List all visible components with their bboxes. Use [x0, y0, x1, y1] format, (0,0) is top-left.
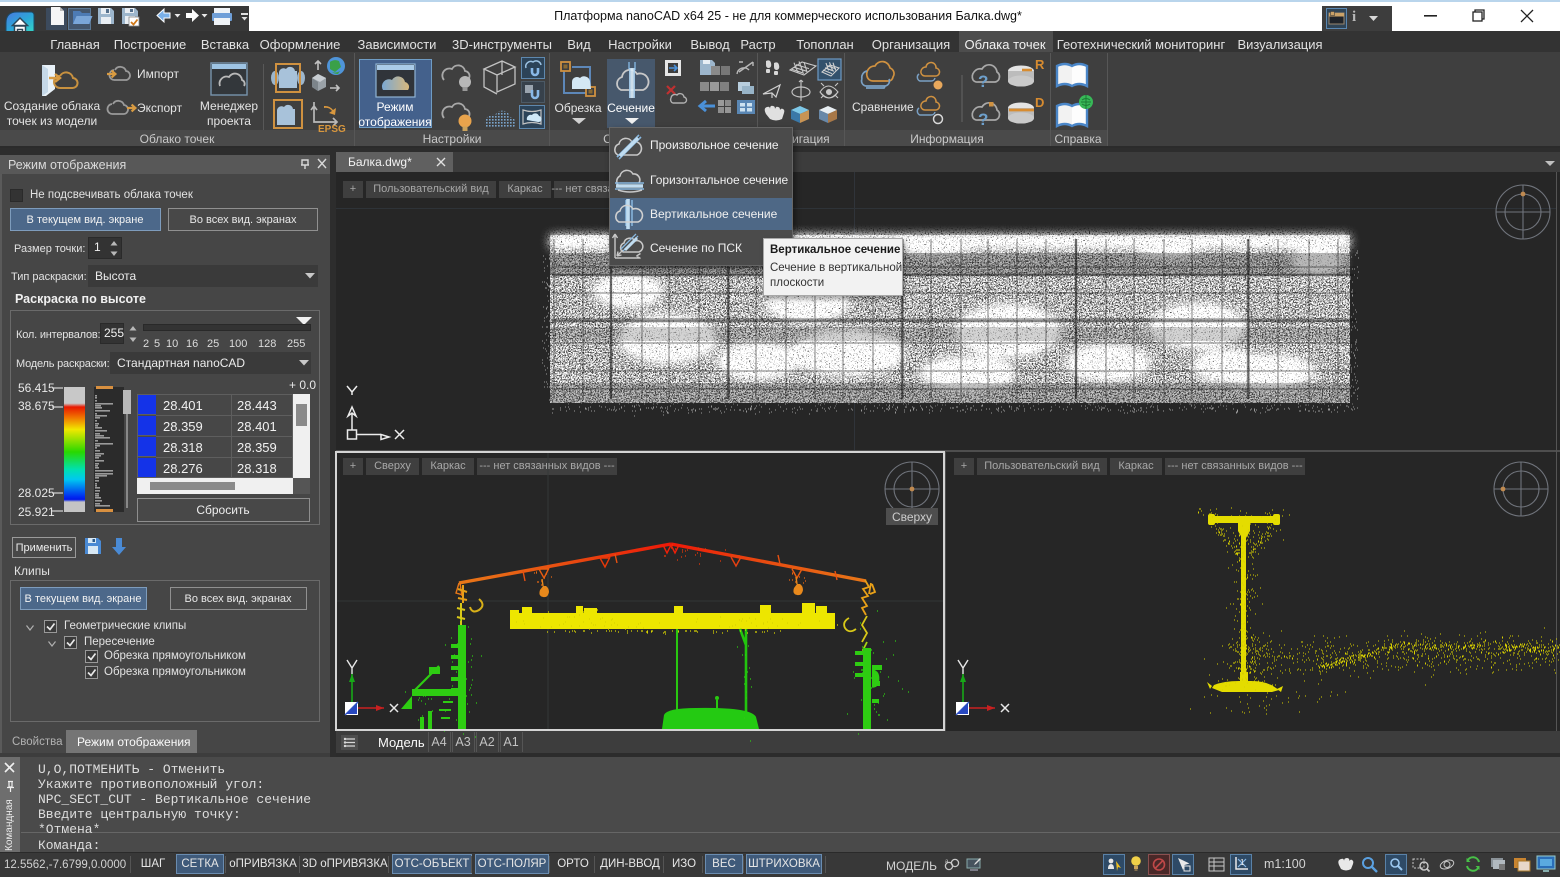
svg-text:?: ? [978, 110, 988, 129]
svg-text:1: 1 [1240, 858, 1245, 867]
svg-text:EPSG: EPSG [318, 124, 346, 135]
svg-text:D: D [1035, 95, 1044, 110]
svg-text:?: ? [978, 72, 988, 91]
svg-text:R: R [1035, 57, 1045, 72]
